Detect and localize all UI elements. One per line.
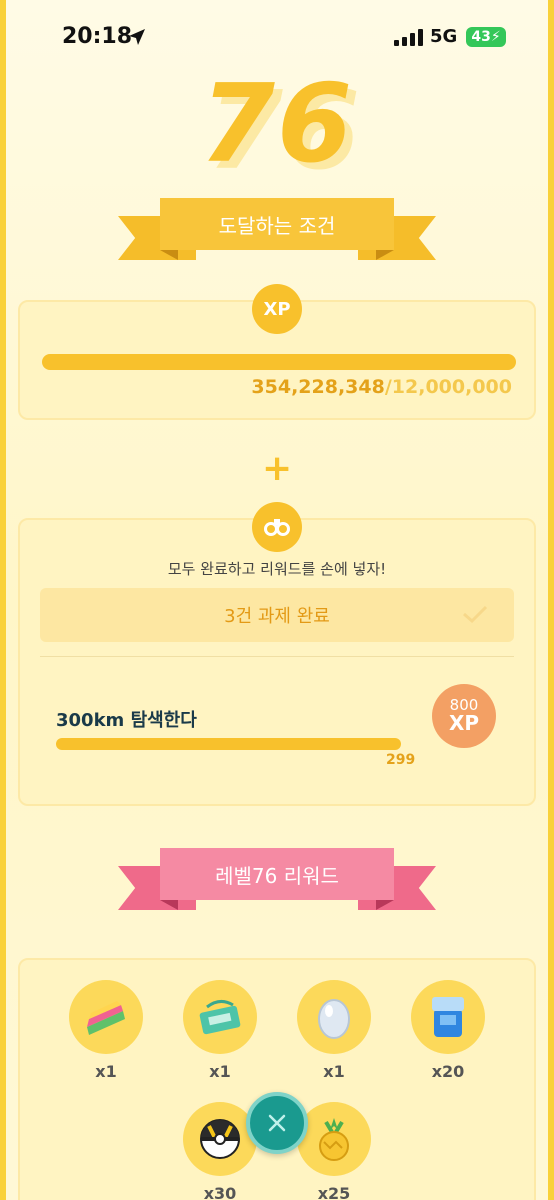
requirements-ribbon: 도달하는 조건 — [118, 198, 436, 268]
task-intro-text: 모두 완료하고 리워드를 손에 넣자! — [167, 560, 387, 578]
xp-progress-text: 354,228,348/12,000,000 — [251, 376, 512, 398]
reward-qty: x1 — [323, 1062, 345, 1081]
xp-current: 354,228,348 — [251, 376, 385, 398]
reward-item[interactable]: x1 — [180, 980, 260, 1081]
battery-level: 43 — [471, 29, 491, 45]
task-card: 모두 완료하고 리워드를 손에 넣자! 3건 과제 완료 300km 탐색한다 … — [18, 502, 536, 806]
rainbow-cake-icon — [69, 980, 143, 1054]
task-title: 300km 탐색한다 — [56, 710, 197, 731]
reward-item[interactable]: x1 — [294, 980, 374, 1081]
xp-required: 12,000,000 — [391, 376, 512, 398]
status-bar: 20:18 5G 43⚡ — [0, 22, 554, 54]
rewards-card: x1 x1 x1 x20 x30 x25 — [18, 958, 536, 1200]
signal-icon — [394, 28, 423, 46]
tasks-completed-banner: 3건 과제 완료 — [40, 588, 514, 642]
task-reward-unit: XP — [448, 711, 480, 735]
binoculars-icon — [252, 502, 302, 552]
xp-separator: / — [384, 376, 392, 398]
reward-qty: x25 — [317, 1184, 351, 1200]
egg-icon — [297, 980, 371, 1054]
reward-qty: x1 — [95, 1062, 117, 1081]
rewards-ribbon: 레벨76 리워드 — [118, 848, 436, 918]
plus-symbol: + — [262, 448, 293, 489]
level-number: 76 — [199, 62, 355, 187]
task-progress-value: 299 — [386, 752, 416, 768]
battery-icon: 43⚡ — [466, 27, 506, 47]
network-type: 5G — [430, 26, 458, 47]
golden-pinap-berry-icon — [297, 1102, 371, 1176]
tasks-completed-label: 3건 과제 완료 — [224, 606, 330, 627]
task-reward-badge: 800 XP — [432, 684, 496, 748]
xp-card: XP 354,228,348/12,000,000 — [18, 284, 536, 420]
requirements-title: 도달하는 조건 — [160, 198, 394, 250]
xp-badge: XP — [252, 284, 302, 334]
ultra-ball-icon — [183, 1102, 257, 1176]
check-icon — [462, 604, 488, 629]
xp-progress-bar — [42, 354, 516, 370]
clock: 20:18 — [62, 24, 133, 49]
reward-item[interactable]: x20 — [408, 980, 488, 1081]
close-icon — [268, 1114, 286, 1132]
task-progress-bar — [56, 738, 401, 750]
reward-qty: x1 — [209, 1062, 231, 1081]
raid-pass-icon — [183, 980, 257, 1054]
reward-qty: x30 — [203, 1184, 237, 1200]
rewards-title: 레벨76 리워드 — [160, 848, 394, 900]
incubator-icon — [411, 980, 485, 1054]
close-button[interactable] — [246, 1092, 308, 1154]
reward-item[interactable]: x1 — [66, 980, 146, 1081]
reward-qty: x20 — [431, 1062, 465, 1081]
divider — [40, 656, 514, 657]
location-arrow-icon — [128, 28, 146, 50]
